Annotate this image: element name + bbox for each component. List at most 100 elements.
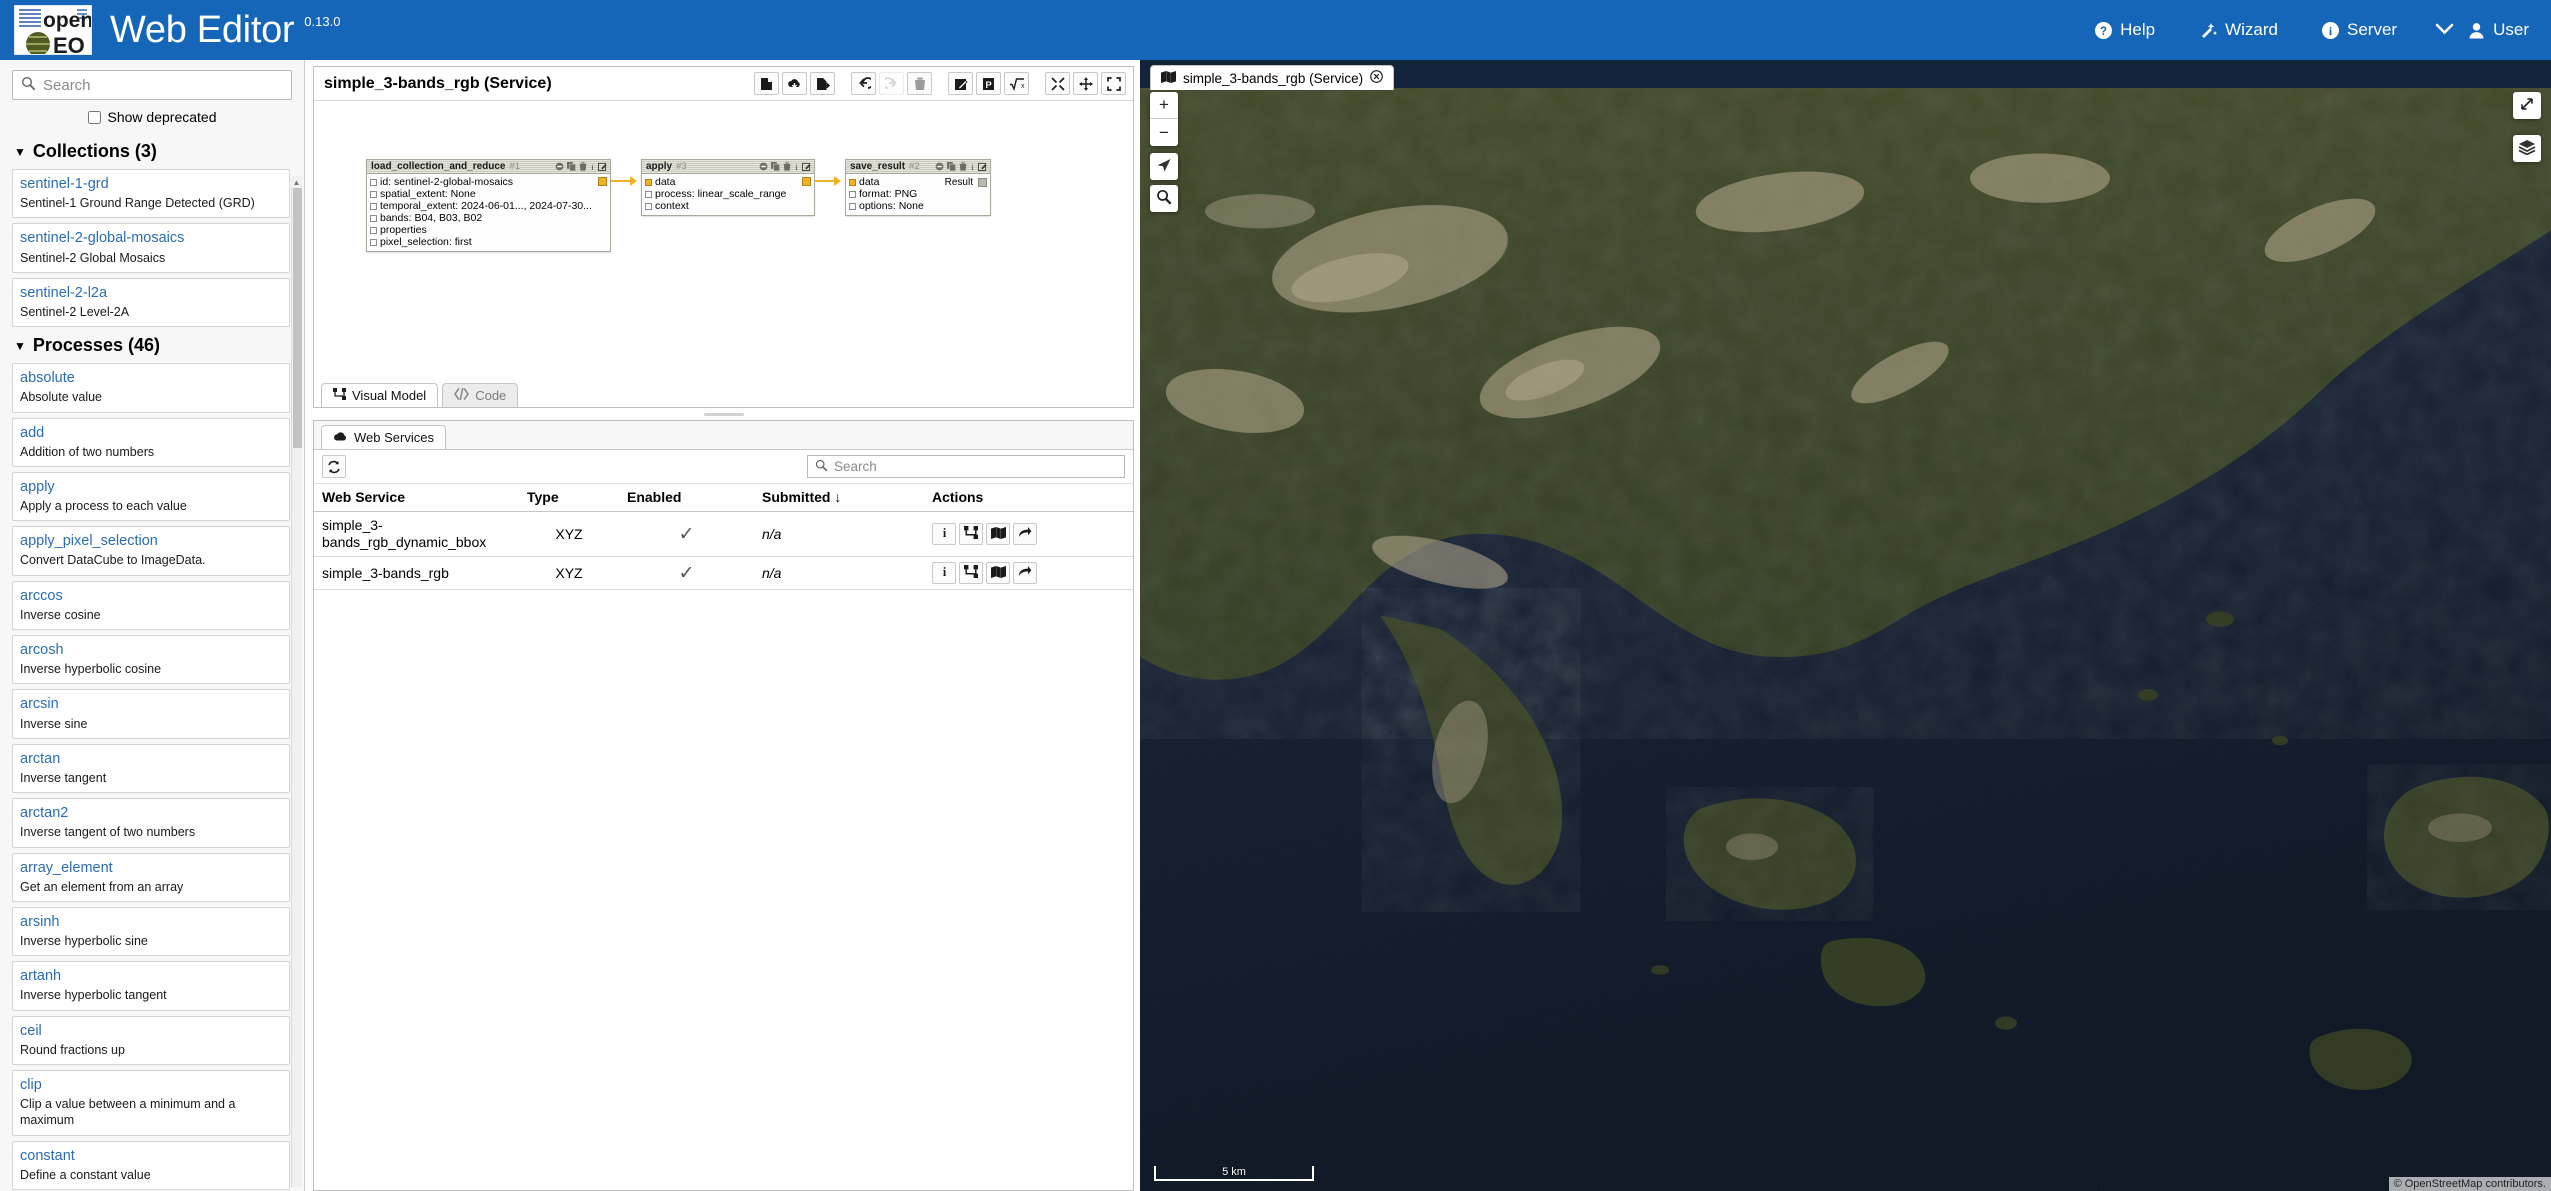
export-button[interactable] <box>810 72 835 95</box>
process-item-name[interactable]: apply_pixel_selection <box>20 532 282 550</box>
collapse-circle-icon[interactable] <box>935 162 944 171</box>
process-item-name[interactable]: ceil <box>20 1022 282 1040</box>
collapse-button[interactable] <box>1045 72 1070 95</box>
process-item[interactable]: constant Define a constant value <box>12 1140 290 1190</box>
node-param[interactable]: context <box>645 200 811 212</box>
param-checkbox[interactable] <box>370 226 377 234</box>
search-location-button[interactable] <box>1150 185 1178 212</box>
edit-icon[interactable] <box>802 162 811 171</box>
pan-button[interactable] <box>1073 72 1098 95</box>
column-type[interactable]: Type <box>519 484 619 512</box>
param-checkbox[interactable] <box>849 202 856 210</box>
process-item[interactable]: arctan Inverse tangent <box>12 743 290 794</box>
map-canvas[interactable] <box>1140 88 2551 1191</box>
process-item[interactable]: arcsin Inverse sine <box>12 689 290 739</box>
node-header[interactable]: load_collection_and_reduce #1 i <box>367 160 610 174</box>
close-circle-icon[interactable] <box>1370 70 1383 86</box>
process-item[interactable]: arccos Inverse cosine <box>12 580 290 630</box>
tab-code[interactable]: Code <box>442 383 519 407</box>
trash-icon[interactable] <box>959 162 967 171</box>
table-row[interactable]: simple_3-bands_rgb XYZ ✓ n/a i <box>314 556 1133 591</box>
search-input[interactable] <box>43 76 283 94</box>
node-param[interactable]: process: linear_scale_range <box>645 188 811 200</box>
collection-item[interactable]: sentinel-2-global-mosaics Sentinel-2 Glob… <box>12 223 290 273</box>
node-param[interactable]: temporal_extent: 2024-06-01..., 2024-07-… <box>370 200 607 212</box>
process-item[interactable]: artanh Inverse hyperbolic tangent <box>12 961 290 1011</box>
info-icon[interactable]: i <box>590 162 595 171</box>
node-apply[interactable]: apply #3 i data process: linear_scale_ra… <box>641 159 815 216</box>
tab-visual-model[interactable]: Visual Model <box>321 383 439 407</box>
process-item-name[interactable]: arcsin <box>20 695 282 713</box>
layers-button[interactable] <box>2513 135 2541 162</box>
trash-icon[interactable] <box>579 162 587 171</box>
tab-map-service[interactable]: simple_3-bands_rgb (Service) <box>1150 65 1395 90</box>
collection-item[interactable]: sentinel-2-l2a Sentinel-2 Level-2A <box>12 277 290 328</box>
search-box[interactable] <box>12 70 292 100</box>
zoom-out-button[interactable]: − <box>1150 119 1178 146</box>
process-item-name[interactable]: constant <box>20 1147 282 1165</box>
node-output-port[interactable] <box>802 177 811 186</box>
edit-icon[interactable] <box>978 162 987 171</box>
info-icon[interactable]: i <box>794 162 799 171</box>
node-param[interactable]: properties <box>370 224 607 236</box>
process-item[interactable]: apply_pixel_selection Convert DataCube to… <box>12 526 290 576</box>
undo-button[interactable] <box>851 72 876 95</box>
info-action-button[interactable]: i <box>932 523 956 546</box>
process-item-name[interactable]: arccos <box>20 587 282 605</box>
process-item[interactable]: ceil Round fractions up <box>12 1015 290 1065</box>
node-header[interactable]: apply #3 i <box>642 160 814 174</box>
map-attribution[interactable]: © OpenStreetMap contributors. <box>2388 1177 2551 1191</box>
fullscreen-map-button[interactable] <box>2513 92 2541 119</box>
column-enabled[interactable]: Enabled <box>619 484 754 512</box>
duplicate-icon[interactable] <box>771 162 780 171</box>
param-checkbox[interactable] <box>370 238 377 246</box>
graph-node-action-button[interactable] <box>959 562 983 585</box>
process-item[interactable]: absolute Absolute value <box>12 363 290 413</box>
table-row[interactable]: simple_3-bands_rgb_dynamic_bbox XYZ ✓ n/a i <box>314 511 1133 558</box>
collection-item-name[interactable]: sentinel-2-global-mosaics <box>20 229 282 247</box>
pointer-tool-button[interactable] <box>1150 153 1178 180</box>
math-formula-button[interactable]: x <box>1004 72 1029 95</box>
map-action-button[interactable] <box>986 562 1010 585</box>
delete-button[interactable] <box>907 72 932 95</box>
node-param[interactable]: data Result <box>849 176 987 188</box>
server-menu-item[interactable]: i Server <box>2322 20 2397 40</box>
node-header[interactable]: save_result #2 i <box>846 160 990 174</box>
process-item[interactable]: array_element Get an element from an arra… <box>12 852 290 902</box>
param-checkbox[interactable] <box>370 190 377 198</box>
node-param[interactable]: format: PNG <box>849 188 987 200</box>
param-checkbox[interactable] <box>645 178 652 186</box>
param-checkbox[interactable] <box>370 178 377 186</box>
duplicate-icon[interactable] <box>567 162 576 171</box>
collapse-circle-icon[interactable] <box>759 162 768 171</box>
param-checkbox[interactable] <box>370 214 377 222</box>
sidebar-scroll-area[interactable]: ▼ Collections (3) sentinel-1-grd Sentinel… <box>0 133 304 1191</box>
graph-node-action-button[interactable] <box>959 523 983 546</box>
node-param[interactable]: id: sentinel-2-global-mosaics <box>370 176 607 188</box>
column-submitted[interactable]: Submitted ↓ <box>754 484 924 512</box>
node-output-port[interactable] <box>598 177 607 186</box>
info-icon[interactable]: i <box>970 162 975 171</box>
param-checkbox[interactable] <box>645 202 652 210</box>
collapse-circle-icon[interactable] <box>555 162 564 171</box>
scroll-up-arrow-icon[interactable]: ▲ <box>291 176 302 188</box>
wizard-menu-item[interactable]: Wizard <box>2199 20 2278 40</box>
share-action-button[interactable] <box>1013 523 1037 546</box>
param-checkbox[interactable] <box>370 202 377 210</box>
collection-item-name[interactable]: sentinel-1-grd <box>20 175 282 193</box>
result-port[interactable] <box>978 177 987 187</box>
process-item-name[interactable]: arcosh <box>20 641 282 659</box>
share-action-button[interactable] <box>1013 562 1037 585</box>
node-param[interactable]: data <box>645 176 811 188</box>
process-item-name[interactable]: absolute <box>20 369 282 387</box>
process-item-name[interactable]: artanh <box>20 967 282 985</box>
process-item[interactable]: apply Apply a process to each value <box>12 471 290 522</box>
new-file-button[interactable] <box>754 72 779 95</box>
trash-icon[interactable] <box>783 162 791 171</box>
show-deprecated-row[interactable]: Show deprecated <box>0 100 304 133</box>
services-search-input[interactable] <box>834 459 1117 474</box>
sidebar-scrollbar-thumb[interactable] <box>293 188 302 448</box>
process-item-name[interactable]: arctan <box>20 750 282 768</box>
user-menu-item[interactable]: User <box>2468 20 2529 40</box>
collection-item-name[interactable]: sentinel-2-l2a <box>20 284 282 302</box>
